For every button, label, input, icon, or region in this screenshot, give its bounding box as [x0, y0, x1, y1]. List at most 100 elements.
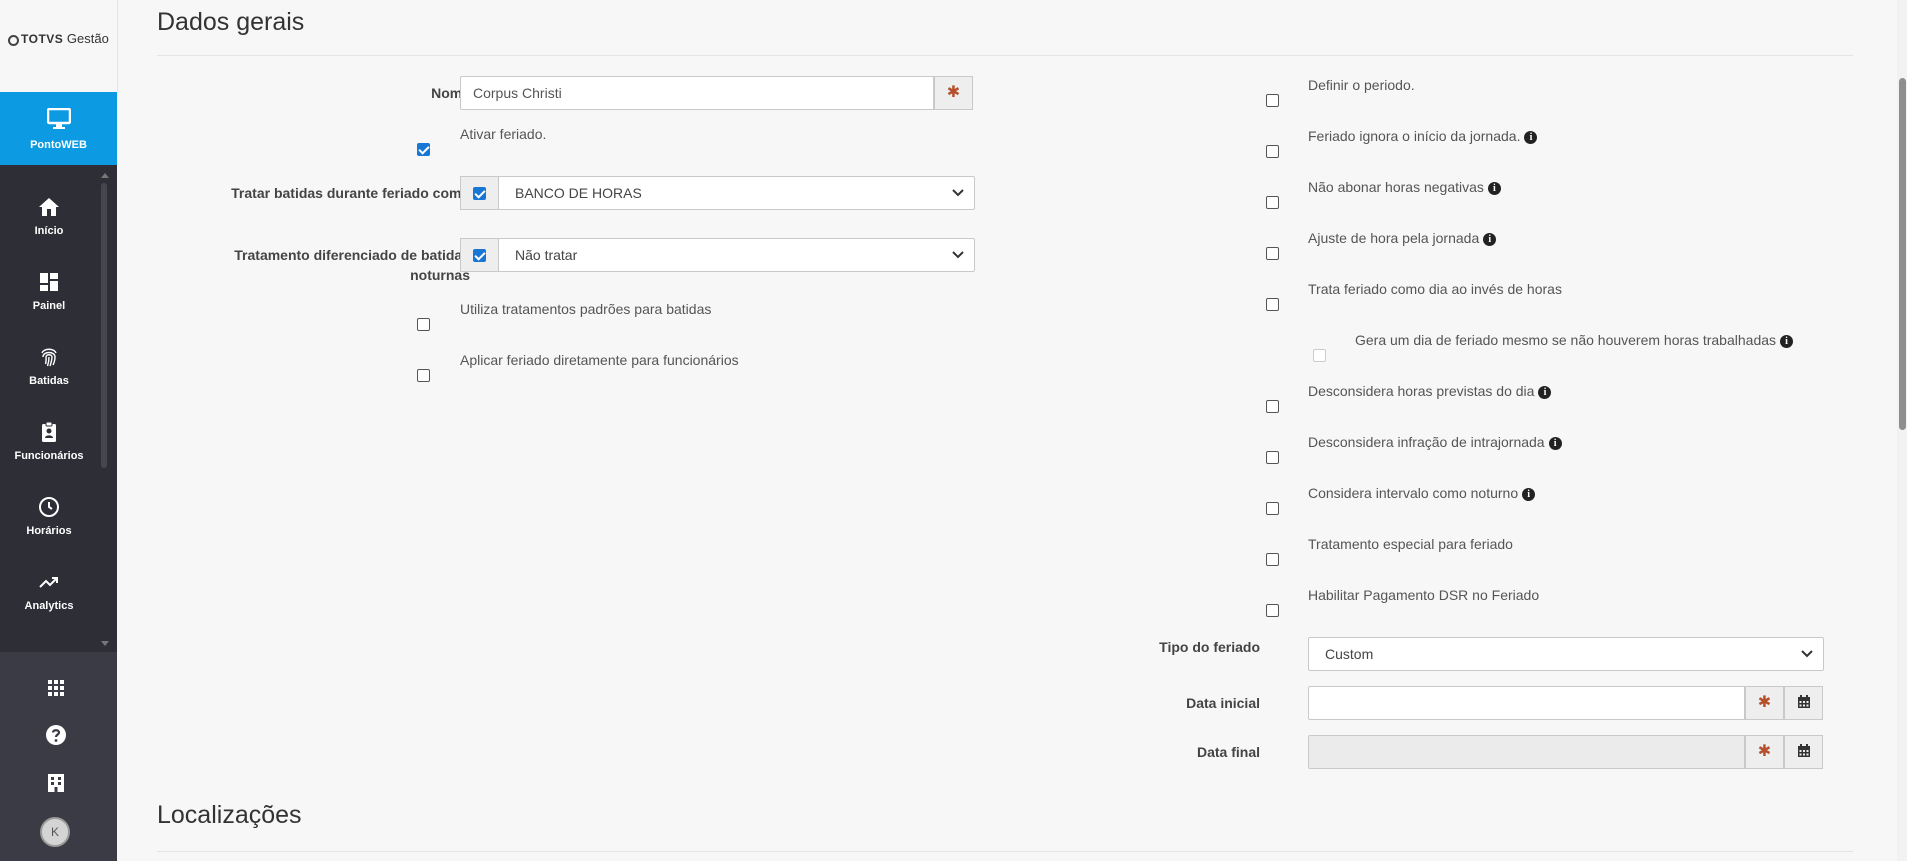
ativar-feriado-label: Ativar feriado. [460, 126, 547, 142]
nav-label: Funcionários [14, 450, 84, 462]
desconsidera-horas-previstas-checkbox[interactable] [1266, 400, 1279, 413]
tratamento-noturno-checkbox[interactable] [473, 249, 486, 262]
ignora-inicio-jornada-checkbox[interactable] [1266, 145, 1279, 158]
feriado-como-dia-checkbox[interactable] [1266, 298, 1279, 311]
info-icon[interactable]: i [1522, 488, 1536, 501]
intervalo-noturno-checkbox[interactable] [1266, 502, 1279, 515]
nome-input[interactable]: Corpus Christi [460, 76, 934, 110]
aplicar-funcionarios-label: Aplicar feriado diretamente para funcion… [460, 352, 739, 368]
tratamento-noturno-select[interactable]: Não tratar [498, 238, 975, 272]
calendar-button[interactable] [1784, 686, 1823, 720]
info-icon[interactable]: i [1524, 131, 1538, 144]
sidebar-scroll-up[interactable] [101, 173, 109, 178]
option-label: Tratamento especial para feriado [1308, 536, 1513, 552]
required-asterisk-icon: ✱ [934, 76, 973, 110]
sidebar-scrollbar[interactable] [101, 183, 107, 468]
help-icon[interactable] [44, 723, 68, 747]
apps-grid-icon[interactable] [44, 676, 68, 700]
option-label: Definir o periodo. [1308, 77, 1415, 93]
nao-abonar-negativas-checkbox[interactable] [1266, 196, 1279, 209]
logo-circle-icon [8, 35, 19, 46]
totvs-logo[interactable]: TOTVS Gestão [8, 31, 109, 46]
option-label: Desconsidera infração de intrajornada i [1308, 434, 1562, 450]
data-final-input[interactable] [1308, 735, 1745, 769]
trend-icon [39, 577, 58, 588]
data-inicial-label: Data inicial [1186, 695, 1260, 711]
calendar-button[interactable] [1784, 735, 1823, 769]
required-asterisk-icon: ✱ [1745, 686, 1784, 720]
tratar-batidas-select[interactable]: BANCO DE HORAS [498, 176, 975, 210]
option-label: Desconsidera horas previstas do dia i [1308, 383, 1552, 399]
tipo-feriado-label: Tipo do feriado [1159, 639, 1260, 655]
brand-name-bold: TOTVS [21, 32, 64, 46]
tipo-feriado-value: Custom [1325, 646, 1374, 662]
data-inicial-input[interactable] [1308, 686, 1745, 720]
nav-item-batidas[interactable]: Batidas [0, 337, 98, 403]
option-label: Feriado ignora o início da jornada. i [1308, 128, 1538, 144]
info-icon[interactable]: i [1538, 386, 1552, 399]
info-icon[interactable]: i [1483, 233, 1497, 246]
ajuste-hora-jornada-checkbox[interactable] [1266, 247, 1279, 260]
option-label: Gera um dia de feriado mesmo se não houv… [1355, 332, 1794, 348]
chevron-down-icon [952, 251, 964, 259]
option-label: Ajuste de hora pela jornada i [1308, 230, 1497, 246]
tratamentos-padroes-checkbox[interactable] [417, 318, 430, 331]
option-label: Considera intervalo como noturno i [1308, 485, 1536, 501]
main-content: Dados gerais Nome Corpus Christi ✱ Ativa… [117, 0, 1897, 861]
app-label: PontoWEB [30, 139, 87, 151]
definir-periodo-checkbox[interactable] [1266, 94, 1279, 107]
info-icon[interactable]: i [1780, 335, 1794, 348]
tratar-checkbox-addon [460, 176, 499, 210]
ativar-feriado-checkbox[interactable] [417, 143, 430, 156]
nav-item-analytics[interactable]: Analytics [0, 562, 98, 628]
home-icon [39, 198, 59, 216]
dashboard-icon [40, 273, 58, 291]
chevron-down-icon [1801, 650, 1813, 658]
desconsidera-intrajornada-checkbox[interactable] [1266, 451, 1279, 464]
divider [157, 55, 1853, 56]
user-avatar[interactable]: K [40, 817, 70, 847]
building-icon[interactable] [44, 771, 68, 795]
page-scrollbar[interactable] [1897, 0, 1907, 861]
tratar-batidas-value: BANCO DE HORAS [515, 185, 642, 201]
sidebar-scroll-down[interactable] [101, 641, 109, 646]
nav-item-painel[interactable]: Painel [0, 262, 98, 328]
clipboard-user-icon [42, 421, 56, 442]
tratamentos-padroes-label: Utiliza tratamentos padrões para batidas [460, 301, 712, 317]
section-title-localizacoes: Localizações [157, 801, 302, 829]
tratamento-noturno-label: Tratamento diferenciado de batidas notur… [234, 247, 470, 283]
gera-dia-feriado-checkbox[interactable] [1313, 349, 1326, 362]
chevron-down-icon [952, 189, 964, 197]
calendar-icon [1797, 744, 1810, 757]
aplicar-funcionarios-checkbox[interactable] [417, 369, 430, 382]
nav-label: Analytics [24, 600, 74, 612]
required-asterisk-icon: ✱ [1745, 735, 1784, 769]
info-icon[interactable]: i [1487, 182, 1501, 195]
tratar-batidas-checkbox[interactable] [473, 187, 486, 200]
nav-label: Painel [32, 300, 66, 312]
app-pontoweb[interactable]: PontoWEB [0, 92, 117, 165]
tratamento-especial-checkbox[interactable] [1266, 553, 1279, 566]
nav-label: Início [34, 225, 64, 237]
fingerprint-icon [41, 348, 57, 367]
brand-name-rest: Gestão [66, 31, 109, 46]
calendar-icon [1797, 695, 1810, 708]
page-scrollbar-thumb[interactable] [1899, 78, 1906, 430]
pagamento-dsr-checkbox[interactable] [1266, 604, 1279, 617]
nav-item-horarios[interactable]: Horários [0, 487, 98, 553]
brand-area: TOTVS Gestão [0, 0, 118, 92]
info-icon[interactable]: i [1548, 437, 1562, 450]
tipo-feriado-select[interactable]: Custom [1308, 637, 1824, 671]
data-final-label: Data final [1196, 744, 1260, 760]
nav-item-inicio[interactable]: Início [0, 187, 98, 253]
tratamento-noturno-value: Não tratar [515, 247, 578, 263]
nav-item-funcionarios[interactable]: Funcionários [0, 412, 98, 478]
divider [157, 851, 1853, 852]
nav-label: Batidas [29, 375, 69, 387]
option-label: Trata feriado como dia ao invés de horas [1308, 281, 1562, 297]
tratar-batidas-label: Tratar batidas durante feriado como [231, 185, 470, 201]
option-label: Não abonar horas negativas i [1308, 179, 1501, 195]
nome-label: Nome [431, 85, 470, 101]
option-label: Habilitar Pagamento DSR no Feriado [1308, 587, 1540, 603]
noturno-checkbox-addon [460, 238, 499, 272]
